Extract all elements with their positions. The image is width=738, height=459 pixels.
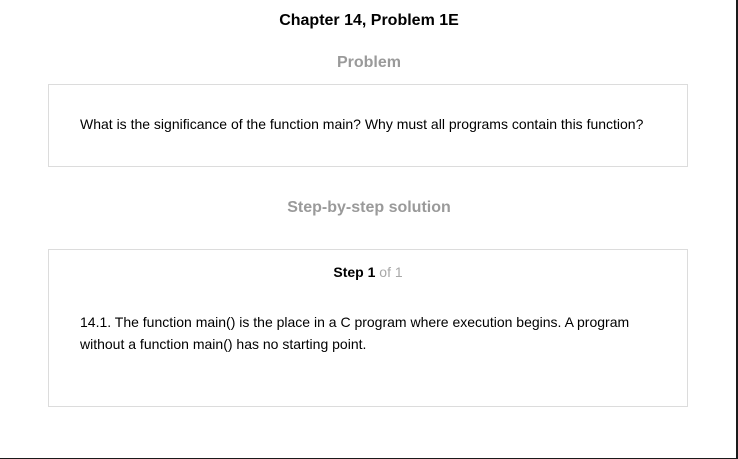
problem-card: What is the significance of the function…	[48, 84, 688, 167]
solution-heading: Step-by-step solution	[287, 199, 451, 216]
step-indicator: Step 1 of 1	[49, 263, 687, 281]
step-total: of 1	[379, 264, 403, 280]
solution-text: 14.1. The function main() is the place i…	[80, 314, 630, 352]
step-label: Step	[333, 264, 364, 280]
problem-heading: Problem	[336, 54, 401, 71]
step-number: 1	[367, 264, 376, 280]
problem-text: What is the significance of the function…	[80, 116, 644, 132]
chapter-title: Chapter 14, Problem 1E	[279, 12, 459, 29]
solution-card: Step 1 of 1 14.1. The function main() is…	[48, 249, 688, 407]
